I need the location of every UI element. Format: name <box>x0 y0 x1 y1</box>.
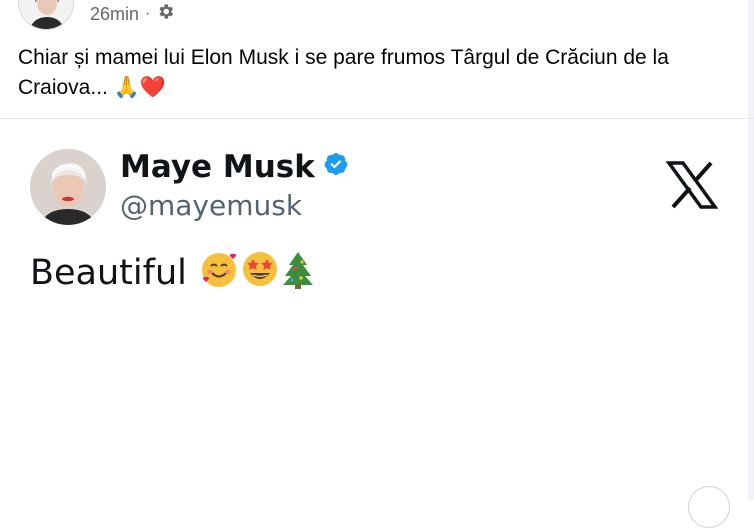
tweet-body: Beautiful <box>30 251 315 295</box>
christmas-tree-icon <box>281 249 315 298</box>
tweet-emojis <box>199 249 315 298</box>
post-header: 26min · <box>0 0 754 34</box>
star-struck-icon <box>240 249 280 298</box>
tweet-author-avatar <box>30 149 106 225</box>
embedded-tweet-image[interactable]: Maye Musk @mayemusk Beautiful <box>0 119 748 500</box>
gear-icon[interactable] <box>156 2 175 26</box>
image-action-button[interactable] <box>688 486 730 528</box>
meta-separator: · <box>145 5 151 22</box>
tweet-author-name-text: Maye Musk <box>120 149 315 185</box>
tweet-author-handle: @mayemusk <box>120 189 303 222</box>
verified-badge-icon <box>323 149 349 185</box>
smiling-face-with-hearts-icon <box>199 249 239 298</box>
post-time[interactable]: 26min <box>90 4 139 25</box>
tweet-body-text: Beautiful <box>30 253 187 293</box>
post-meta: 26min · <box>90 3 175 25</box>
x-logo-icon <box>665 161 719 209</box>
page-scroll-edge <box>748 0 754 500</box>
post-text: Chiar și mamei lui Elon Musk i se pare f… <box>18 46 669 99</box>
author-avatar[interactable] <box>18 0 74 30</box>
tweet-author-name: Maye Musk <box>120 149 349 185</box>
